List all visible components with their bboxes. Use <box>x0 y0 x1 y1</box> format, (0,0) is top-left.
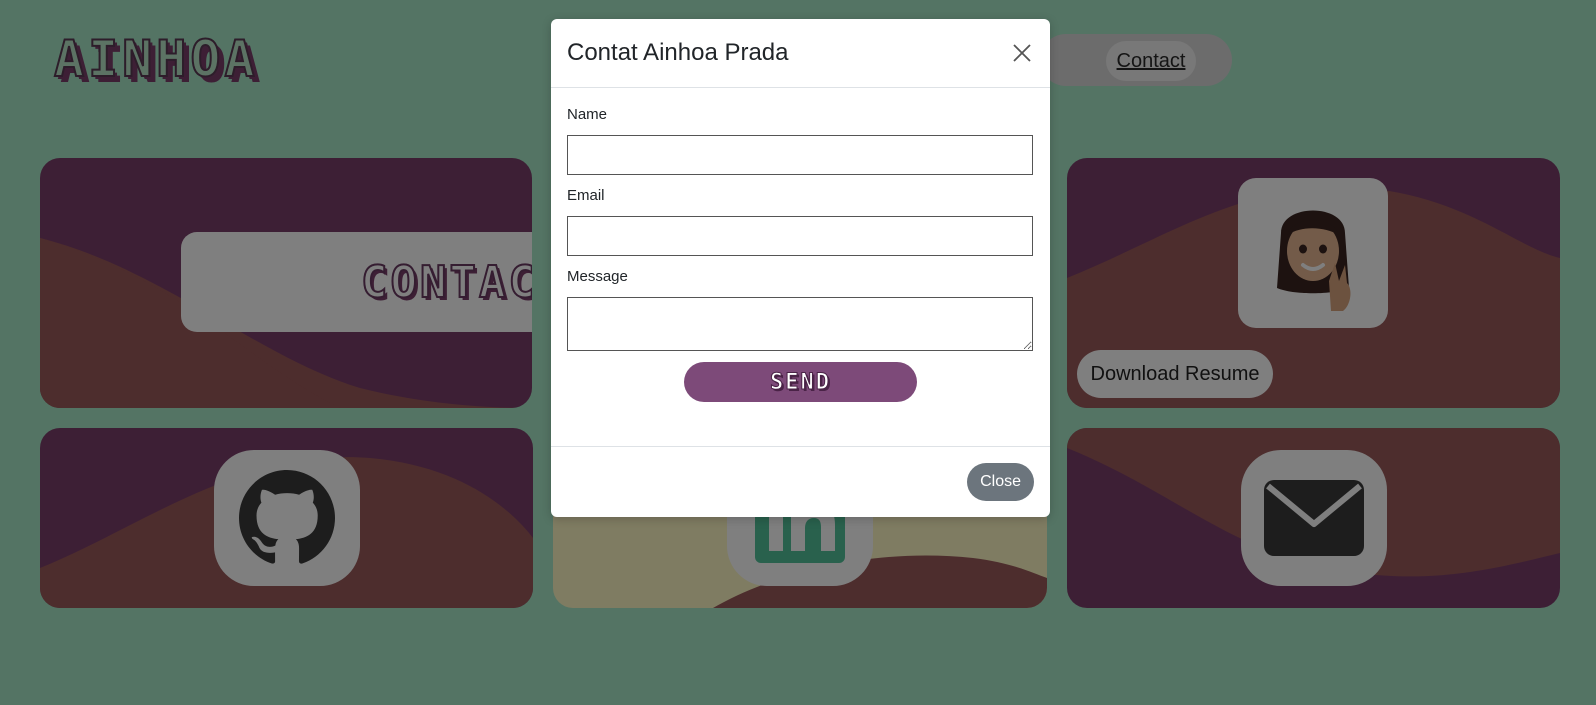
name-input[interactable] <box>567 135 1033 175</box>
name-label: Name <box>567 106 608 123</box>
contact-modal: Contat Ainhoa Prada Name Email Message S… <box>551 19 1050 517</box>
modal-header: Contat Ainhoa Prada <box>551 19 1050 88</box>
send-button[interactable]: SEND <box>684 362 917 402</box>
close-icon <box>1013 44 1031 62</box>
modal-footer: Close <box>551 446 1050 517</box>
email-label: Email <box>567 187 605 204</box>
close-button[interactable]: Close <box>967 463 1034 501</box>
modal-close-x-button[interactable] <box>1010 41 1034 65</box>
modal-title: Contat Ainhoa Prada <box>567 39 789 66</box>
modal-body: Name Email Message SEND <box>551 88 1050 402</box>
message-textarea[interactable] <box>567 297 1033 351</box>
email-input[interactable] <box>567 216 1033 256</box>
message-label: Message <box>567 268 628 285</box>
